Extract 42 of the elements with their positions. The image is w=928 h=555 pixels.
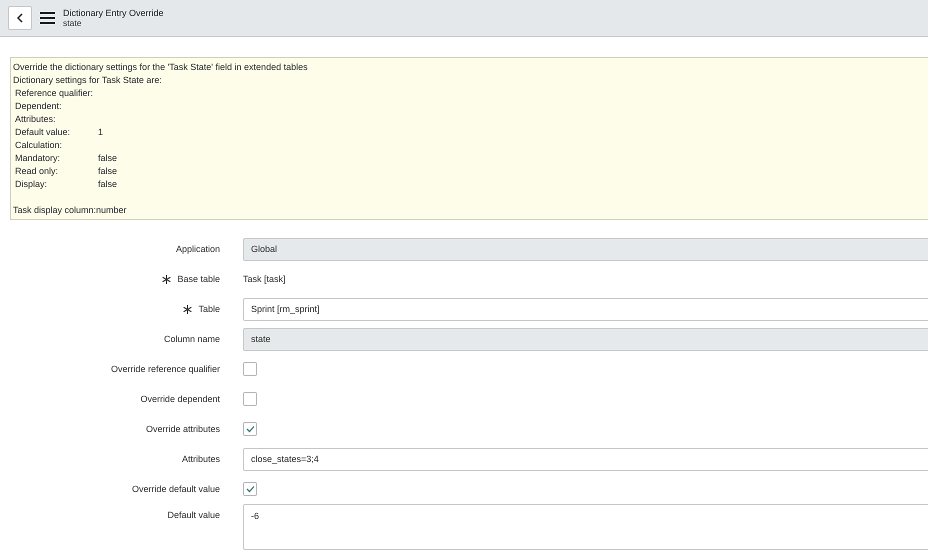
setting-value: 1 bbox=[98, 126, 104, 139]
setting-label: Read only: bbox=[15, 165, 60, 178]
field-label: Override attributes bbox=[146, 424, 220, 434]
setting-label: Dependent: bbox=[15, 100, 63, 113]
field-label: Column name bbox=[164, 334, 220, 344]
setting-value: false bbox=[98, 178, 118, 191]
field-label: Table bbox=[198, 304, 220, 314]
back-icon bbox=[17, 13, 23, 23]
field-label: Application bbox=[176, 244, 220, 254]
field-label: Default value bbox=[167, 510, 220, 520]
input-field[interactable]: close_states=3;4 bbox=[243, 448, 928, 470]
checkbox[interactable] bbox=[243, 392, 257, 406]
setting-value: false bbox=[98, 165, 118, 178]
field-label: Override default value bbox=[132, 484, 220, 494]
readonly-field: state bbox=[243, 328, 928, 350]
readonly-field: Global bbox=[243, 238, 928, 260]
setting-label: Display: bbox=[15, 178, 48, 191]
field-label: Override reference qualifier bbox=[110, 364, 220, 374]
input-field[interactable]: Sprint [rm_sprint] bbox=[243, 298, 928, 320]
setting-value: false bbox=[98, 152, 118, 165]
info-intro: Dictionary settings for Task State are: bbox=[13, 74, 163, 87]
setting-label: Default value: bbox=[15, 126, 72, 139]
setting-label: Reference qualifier: bbox=[15, 87, 94, 100]
setting-label: Attributes: bbox=[15, 113, 57, 126]
checkbox[interactable] bbox=[243, 362, 257, 376]
info-footer: Task display column:number bbox=[13, 204, 926, 217]
field-label: Override dependent bbox=[140, 394, 220, 404]
info-heading: Override the dictionary settings for the 'Task State' field in extended tables bbox=[13, 61, 309, 74]
setting-label: Mandatory: bbox=[15, 152, 62, 165]
field-label: Attributes bbox=[182, 454, 220, 464]
check-icon bbox=[246, 485, 254, 493]
check-icon bbox=[246, 425, 254, 433]
back-button[interactable] bbox=[8, 6, 32, 30]
page-title: Dictionary Entry Override bbox=[63, 8, 164, 18]
record-name: state bbox=[63, 18, 82, 28]
checkbox[interactable] bbox=[243, 422, 257, 436]
checkbox[interactable] bbox=[243, 482, 257, 496]
menu-icon[interactable] bbox=[40, 12, 55, 24]
field-value: Task [task] bbox=[243, 274, 286, 284]
text-area[interactable]: -6 bbox=[243, 504, 928, 550]
setting-label: Calculation: bbox=[15, 139, 64, 152]
field-label: Base table bbox=[177, 274, 220, 284]
